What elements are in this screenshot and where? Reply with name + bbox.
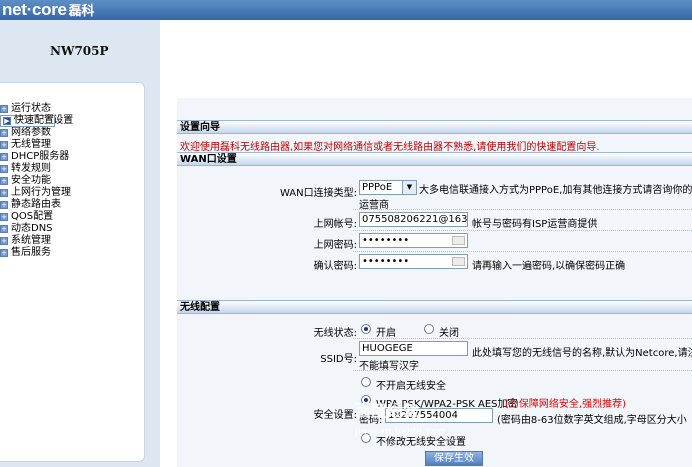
left-panel: NW705P +运行状态▶快速配置+WPS安全设置+网络参数+无线管理+DHCP…	[0, 20, 160, 467]
sidebar-item-label: 快速配置	[14, 115, 54, 126]
password-input[interactable]: ••••••••	[359, 233, 468, 248]
keyboard-icon	[452, 257, 465, 266]
sidebar-item[interactable]: + 运行状态	[0, 103, 144, 115]
confirm-label: 确认密码:	[313, 261, 357, 272]
wireless-on-label: 开启	[376, 328, 396, 339]
ssid-label: SSID号:	[320, 354, 357, 365]
sidebar-item-label: 转发规则	[11, 163, 51, 174]
sidebar-item[interactable]: + 网络参数	[0, 127, 144, 139]
chevron-down-icon: ▼	[402, 181, 416, 194]
plus-icon: +	[0, 105, 8, 113]
wizard-panel: 设置向导 欢迎使用磊科无线路由器,如果您对网络通信或者无线路由器不熟悉,请使用我…	[177, 98, 692, 467]
security-none-radio[interactable]	[361, 377, 371, 387]
sidebar-item-label: DHCP服务器	[11, 151, 70, 162]
confirm-hint: 请再输入一遍密码,以确保密码正确	[472, 261, 626, 272]
password-label: 上网密码:	[313, 240, 357, 251]
wireless-off-label: 关闭	[439, 328, 459, 339]
divider	[353, 370, 692, 371]
confirm-password-input[interactable]: ••••••••	[359, 254, 468, 269]
security-none-label: 不开启无线安全	[376, 381, 446, 392]
sidebar-item[interactable]: + DHCP服务器	[0, 151, 144, 163]
wireless-off-radio[interactable]	[424, 324, 434, 334]
security-recommend-note: (为保障网络安全,强烈推荐)	[505, 399, 626, 410]
plus-icon: +	[0, 237, 8, 245]
sidebar-menu: +运行状态▶快速配置+WPS安全设置+网络参数+无线管理+DHCP服务器+转发规…	[0, 82, 145, 462]
account-hint: 帐号与密码有ISP运营商提供	[472, 219, 598, 230]
divider	[353, 251, 692, 252]
sidebar-item[interactable]: + 转发规则	[0, 163, 144, 175]
ssid-hint: 此处填写您的无线信号的名称,默认为Netcore,请注	[472, 348, 692, 359]
main-content: 设置向导 欢迎使用磊科无线路由器,如果您对网络通信或者无线路由器不熟悉,请使用我…	[160, 20, 692, 467]
sidebar-item[interactable]: + 系统管理	[0, 235, 144, 247]
sidebar-item[interactable]: + 售后服务	[0, 247, 144, 259]
sidebar-item[interactable]: + 动态DNS	[0, 223, 144, 235]
sidebar-item-label: 静态路由表	[11, 199, 61, 210]
plus-icon: +	[0, 189, 8, 197]
divider	[353, 338, 692, 339]
confirm-password-value: ••••••••	[362, 256, 410, 267]
sidebar-item-label: 网络参数	[11, 127, 51, 138]
sidebar-item[interactable]: ▶ 快速配置	[0, 115, 55, 127]
wan-type-value: PPPoE	[362, 182, 393, 193]
sidebar-item[interactable]: + 静态路由表	[0, 199, 144, 211]
security-password-label: 密码:	[359, 415, 383, 426]
sidebar-item-label: 上网行为管理	[11, 187, 71, 198]
security-password-input[interactable]: 18207554004	[385, 408, 493, 423]
divider	[353, 230, 692, 231]
sidebar-item-label: 无线管理	[11, 139, 51, 150]
plus-icon: +	[0, 177, 8, 185]
arrow-right-icon: ▶	[3, 117, 11, 125]
security-password-hint: (密码由8-63位数字英文组成,字母区分大小	[497, 415, 687, 426]
model-name: NW705P	[50, 44, 109, 58]
wireless-on-radio[interactable]	[361, 324, 371, 334]
password-value: ••••••••	[362, 235, 410, 246]
wizard-section-title: 设置向导	[177, 120, 692, 134]
security-label: 安全设置:	[313, 410, 357, 421]
wan-type-hint: 大多电信联通接入方式为PPPoE,加有其他连接方式请咨询你的	[419, 185, 692, 196]
account-input[interactable]: 075508206221@163.	[359, 212, 468, 227]
sidebar-item[interactable]: + 上网行为管理	[0, 187, 144, 199]
sidebar-item-label: 系统管理	[11, 235, 51, 246]
security-keep-radio[interactable]	[361, 433, 371, 443]
sidebar-item-label: 售后服务	[11, 247, 51, 258]
sidebar-item-label: QOS配置	[11, 211, 54, 222]
netcore-logo: net·core 磊科	[2, 0, 95, 19]
divider	[353, 209, 692, 210]
wan-type-select[interactable]: PPPoE ▼	[359, 180, 417, 195]
plus-icon: +	[0, 249, 8, 257]
sidebar-item[interactable]: + 安全功能	[0, 175, 144, 187]
plus-icon: +	[0, 225, 8, 233]
wan-section-title: WAN口设置	[177, 152, 692, 166]
sidebar-item-label: 安全功能	[11, 175, 51, 186]
account-label: 上网帐号:	[313, 219, 357, 230]
wireless-section-title: 无线配置	[177, 300, 692, 314]
header-bar: net·core 磊科	[0, 0, 692, 20]
plus-icon: +	[0, 141, 8, 149]
plus-icon: +	[0, 201, 8, 209]
plus-icon: +	[0, 129, 8, 137]
plus-icon: +	[0, 153, 8, 161]
wan-type-label: WAN口连接类型:	[279, 188, 357, 199]
sidebar-item-label: 运行状态	[11, 103, 51, 114]
save-button[interactable]: 保存生效	[425, 451, 483, 466]
sidebar-item-label: 动态DNS	[11, 223, 53, 234]
sidebar-item[interactable]: + 无线管理	[0, 139, 144, 151]
ssid-input[interactable]: HUOGEGE	[359, 341, 468, 356]
plus-icon: +	[0, 165, 8, 173]
welcome-message: 欢迎使用磊科无线路由器,如果您对网络通信或者无线路由器不熟悉,请使用我们的快速配…	[180, 142, 600, 153]
sidebar-item[interactable]: + QOS配置	[0, 211, 144, 223]
wireless-status-label: 无线状态:	[313, 328, 357, 339]
security-wpa-radio[interactable]	[361, 395, 371, 405]
security-keep-label: 不修改无线安全设置	[376, 437, 466, 448]
keyboard-icon	[452, 236, 465, 245]
plus-icon: +	[0, 213, 8, 221]
